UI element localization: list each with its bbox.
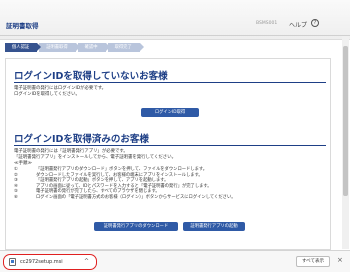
close-icon[interactable]: ×: [337, 256, 343, 264]
download-item[interactable]: cc2972setup.msi ^: [3, 254, 97, 270]
show-all-button[interactable]: すべて表示: [296, 256, 330, 267]
vertical-scrollbar[interactable]: [342, 36, 349, 249]
page-title: 証明書取得: [6, 22, 39, 30]
section-no-id-text-2: ログインIDを取得してください。: [14, 92, 80, 97]
section-divider: [14, 145, 326, 146]
header-divider: [0, 35, 350, 36]
app-launch-button[interactable]: 証明書発行アプリの起動: [183, 222, 245, 231]
procedure-list: ① 「証明書発行アプリのダウンロード」ボタンを押して、ファイルをダウンロードしま…: [14, 167, 324, 201]
list-item-number: ⑥: [14, 194, 18, 200]
step-indicator: 個人認証 証明書取得 確認中 取得完了: [5, 43, 144, 52]
section-divider: [14, 82, 326, 83]
help-icon[interactable]: ?: [311, 19, 319, 27]
download-file-name[interactable]: cc2972setup.msi: [20, 259, 63, 265]
section-has-id-title: ログインIDを取得済みのお客様: [14, 134, 149, 145]
screen-code: BSMS001: [256, 21, 278, 26]
login-id-acquire-button[interactable]: ログインID取得: [141, 108, 199, 117]
list-item: ⑥ ログイン画面の「電子証明書方式のお客様（ログイン）」ボタンからサービスにログ…: [14, 195, 324, 201]
main-panel: ログインIDを取得していないお客様 電子証明書の発行にはログインIDが必要です。…: [5, 58, 331, 250]
app-download-button[interactable]: 証明書発行アプリのダウンロード: [94, 222, 178, 231]
help-link[interactable]: ヘルプ: [289, 20, 307, 29]
chevron-up-icon[interactable]: ^: [84, 258, 89, 265]
list-item-text: ログイン画面の「電子証明書方式のお客様（ログイン）」ボタンからサービスにログイン…: [36, 194, 236, 200]
step-4: 取得完了: [107, 43, 144, 52]
step-3: 確認中: [77, 43, 110, 52]
file-icon: [9, 258, 16, 266]
step-1: 個人認証: [5, 43, 42, 52]
section-no-id-title: ログインIDを取得していないお客様: [14, 71, 168, 82]
scrollbar-thumb[interactable]: [343, 46, 348, 196]
download-bar: cc2972setup.msi ^ すべて表示 ×: [0, 250, 350, 272]
step-2: 証明書取得: [39, 43, 81, 52]
header-bar: 証明書取得 BSMS001 ヘルプ ?: [0, 0, 350, 40]
